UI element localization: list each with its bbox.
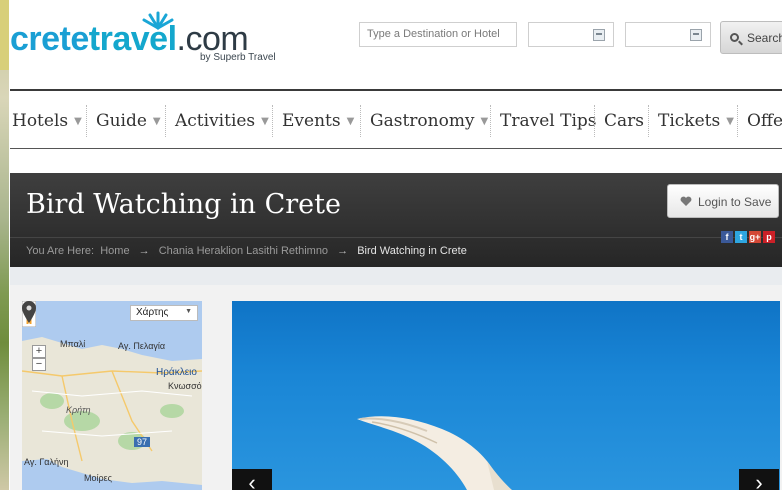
nav-item-label: Hotels: [12, 111, 69, 131]
nav-item-label: Travel Tips: [500, 111, 597, 131]
breadcrumb-arrow: →: [337, 245, 349, 257]
nav-divider: [648, 105, 649, 137]
chevron-down-icon: ▼: [261, 116, 269, 127]
map-label-kriti: Κρήτη: [66, 405, 91, 415]
nav-item-guide[interactable]: Guide ▼: [96, 102, 161, 140]
checkout-date-field[interactable]: [625, 22, 711, 47]
nav-item-travel-tips[interactable]: Travel Tips: [500, 102, 597, 140]
gallery-next-button[interactable]: ›: [739, 469, 779, 490]
nav-item-label: Events: [282, 111, 341, 131]
nav-item-label: Cars: [604, 111, 644, 131]
chevron-down-icon: ▼: [185, 308, 192, 315]
map-type-label: Χάρτης: [136, 307, 169, 318]
map-label-mpali: Μπαλί: [60, 339, 86, 349]
nav-item-tickets[interactable]: Tickets ▼: [658, 102, 734, 140]
logo-tagline: by Superb Travel: [200, 52, 276, 63]
facebook-icon[interactable]: f: [721, 231, 733, 243]
egret-photo: [357, 416, 512, 490]
breadcrumb-prefix: You Are Here:: [26, 245, 95, 257]
map-type-select[interactable]: Χάρτης ▼: [130, 305, 198, 321]
nav-divider: [737, 105, 738, 137]
search-button-label: Search: [747, 31, 782, 45]
nav-item-activities[interactable]: Activities ▼: [175, 102, 269, 140]
nav-divider: [594, 105, 595, 137]
site-logo[interactable]: cretetravel.com by Superb Travel: [10, 10, 280, 66]
calendar-icon[interactable]: [690, 29, 702, 41]
background-edge: [0, 0, 9, 490]
login-to-save-button[interactable]: Login to Save: [667, 184, 779, 218]
checkin-date-field[interactable]: [528, 22, 614, 47]
photo-gallery[interactable]: ‹ ›: [232, 301, 780, 490]
chevron-down-icon: ▼: [74, 116, 82, 127]
location-map[interactable]: Χάρτης ▼ + − Μπαλί Αγ. Πελαγία Ηράκλειο Κ…: [22, 301, 202, 490]
nav-divider: [360, 105, 361, 137]
map-label-heraklion: Ηράκλειο: [156, 367, 197, 378]
map-label-agia-galini: Αγ. Γαλήνη: [24, 457, 69, 467]
header-divider: [10, 237, 782, 238]
breadcrumb-region[interactable]: Chania Heraklion Lasithi Rethimno: [159, 245, 328, 257]
gallery-prev-button[interactable]: ‹: [232, 469, 272, 490]
twitter-icon[interactable]: t: [735, 231, 747, 243]
destination-search-input[interactable]: Type a Destination or Hotel: [359, 22, 517, 47]
map-label-moires: Μοίρες: [84, 473, 112, 483]
zoom-out-button[interactable]: −: [32, 358, 46, 371]
nav-item-gastronomy[interactable]: Gastronomy ▼: [370, 102, 488, 140]
nav-divider: [490, 105, 491, 137]
breadcrumb-current: Bird Watching in Crete: [357, 245, 467, 257]
nav-top-border: [10, 89, 782, 91]
pinterest-icon[interactable]: p: [763, 231, 775, 243]
page-title: Bird Watching in Crete: [26, 189, 341, 220]
login-button-label: Login to Save: [698, 195, 772, 209]
search-icon: [730, 33, 739, 42]
chevron-down-icon: ▼: [480, 116, 489, 127]
main-nav: Hotels ▼ Guide ▼ Activities ▼ Events ▼ Gastr…: [10, 102, 782, 140]
logo-travel: travel: [88, 20, 177, 58]
nav-divider: [165, 105, 166, 137]
chevron-down-icon: ▼: [346, 116, 355, 127]
heart-icon: [680, 196, 692, 206]
logo-crete: crete: [10, 20, 89, 58]
breadcrumb-home[interactable]: Home: [100, 245, 129, 257]
nav-item-cars[interactable]: Cars: [604, 102, 644, 140]
nav-item-label: Gastronomy: [370, 111, 475, 131]
nav-item-label: Offers: [747, 111, 782, 131]
nav-divider: [86, 105, 87, 137]
search-button[interactable]: Search: [720, 21, 782, 54]
nav-item-events[interactable]: Events ▼: [282, 102, 354, 140]
road-number-badge: 97: [134, 437, 151, 447]
nav-item-hotels[interactable]: Hotels ▼: [12, 102, 82, 140]
nav-item-label: Activities: [175, 111, 256, 131]
nav-item-label: Tickets: [658, 111, 721, 131]
map-marker-icon[interactable]: [22, 301, 36, 323]
breadcrumb: You Are Here: Home → Chania Heraklion La…: [26, 245, 467, 257]
zoom-in-button[interactable]: +: [32, 345, 46, 358]
content-top-band: [10, 267, 782, 285]
chevron-down-icon: ▼: [152, 116, 161, 127]
breadcrumb-arrow: →: [138, 245, 150, 257]
background-edge-top: [0, 0, 9, 70]
chevron-down-icon: ▼: [726, 116, 734, 127]
nav-item-label: Guide: [96, 111, 147, 131]
map-label-agia-pelagia: Αγ. Πελαγία: [118, 341, 166, 351]
nav-bottom-border: [10, 148, 782, 149]
nav-item-offers[interactable]: Offers: [747, 102, 782, 140]
calendar-icon[interactable]: [593, 29, 605, 41]
page-header-bar: Bird Watching in Crete You Are Here: Hom…: [10, 173, 782, 267]
nav-divider: [272, 105, 273, 137]
google-plus-icon[interactable]: g+: [749, 231, 761, 243]
map-label-knossos: Κνωσσός: [168, 381, 202, 391]
